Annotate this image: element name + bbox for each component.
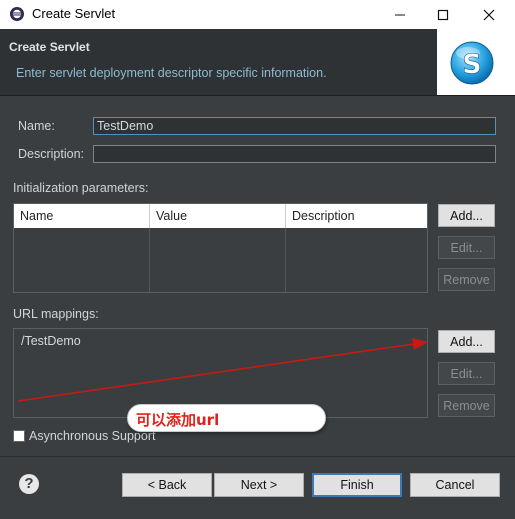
next-button[interactable]: Next > [214,473,304,497]
finish-button[interactable]: Finish [312,473,402,497]
help-icon[interactable]: ? [19,474,39,494]
create-servlet-dialog: Create Servlet Create Servlet Enter serv… [0,0,515,519]
annotation-text: 可以添加url [136,411,220,429]
footer-divider [0,456,515,457]
back-button[interactable]: < Back [122,473,212,497]
cancel-button[interactable]: Cancel [410,473,500,497]
async-support-checkbox[interactable] [13,430,25,442]
annotation-callout: 可以添加url [127,404,326,432]
